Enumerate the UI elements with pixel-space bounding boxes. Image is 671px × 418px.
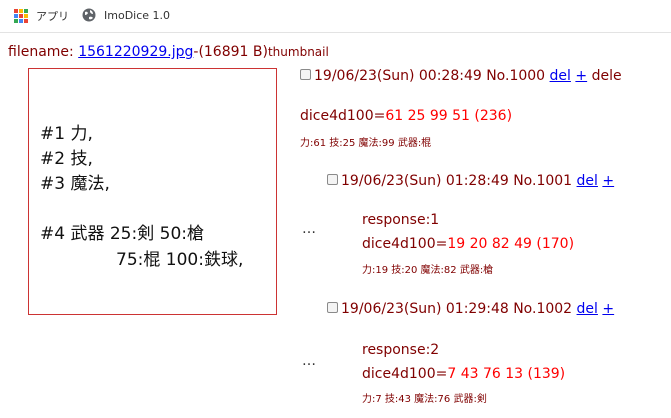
- bookmarks-bar: アプリ ImoDice 1.0: [0, 0, 671, 33]
- apps-grid-dot: [19, 9, 23, 13]
- post-header: 19/06/23(Sun) 01:28:49 No.1001 del +: [327, 173, 614, 189]
- apps-grid-dot: [14, 9, 18, 13]
- file-size: -(16891 B): [193, 44, 268, 60]
- post-date: 19/06/23(Sun) 00:28:49 No.1000: [314, 68, 546, 84]
- dice-result: 61 25 99 51 (236): [385, 108, 513, 124]
- post-checkbox[interactable]: [327, 301, 338, 313]
- del-link[interactable]: del: [577, 301, 598, 317]
- response-label: response:1: [362, 212, 440, 228]
- reply-ellipsis: …: [302, 221, 316, 237]
- response-label: response:2: [362, 342, 440, 358]
- dice-line: dice4d100=61 25 99 51 (236): [300, 108, 512, 124]
- bookmark-imodice[interactable]: ImoDice 1.0: [82, 8, 170, 22]
- apps-grid-dot: [24, 14, 28, 18]
- thumb-line-5: 75:棍 100:鉄球,: [116, 250, 244, 270]
- thumb-line-4: #4 武器 25:剣 50:槍: [40, 224, 204, 244]
- dice-label: dice4d100=: [300, 108, 386, 124]
- dice-result: 19 20 82 49 (170): [447, 236, 575, 252]
- reply-ellipsis: …: [302, 353, 316, 369]
- thumbnail-image[interactable]: #1 力, #2 技, #3 魔法, #4 武器 25:剣 50:槍 75:棍 …: [28, 68, 277, 315]
- dice-stats: 力:61 技:25 魔法:99 武器:棍: [300, 138, 432, 149]
- bookmark-apps[interactable]: アプリ: [14, 8, 69, 24]
- apps-grid-icon: [14, 9, 28, 23]
- post-date: 19/06/23(Sun) 01:28:49 No.1001: [341, 173, 573, 189]
- bookmark-apps-label: アプリ: [36, 10, 69, 23]
- dice-stats: 力:7 技:43 魔法:76 武器:剣: [362, 394, 487, 405]
- filename-line: filename: 1561220929.jpg-(16891 B)thumbn…: [8, 44, 329, 60]
- dice-line: dice4d100=19 20 82 49 (170): [362, 236, 574, 252]
- post-header: 19/06/23(Sun) 00:28:49 No.1000 del + del…: [300, 68, 622, 84]
- post-extra: dele: [591, 68, 622, 84]
- dice-line: dice4d100=7 43 76 13 (139): [362, 366, 565, 382]
- thumb-line-2: #2 技,: [40, 149, 93, 169]
- del-link[interactable]: del: [550, 68, 571, 84]
- apps-grid-dot: [24, 9, 28, 13]
- globe-icon: [82, 8, 96, 22]
- thumb-line-1: #1 力,: [40, 124, 93, 144]
- filename-link[interactable]: 1561220929.jpg: [78, 44, 193, 60]
- bookmark-imodice-label: ImoDice 1.0: [104, 8, 171, 22]
- apps-grid-dot: [14, 14, 18, 18]
- post-checkbox[interactable]: [300, 68, 311, 80]
- plus-link[interactable]: +: [575, 68, 587, 84]
- post-date: 19/06/23(Sun) 01:29:48 No.1002: [341, 301, 573, 317]
- filename-prefix: filename:: [8, 44, 79, 60]
- post-header: 19/06/23(Sun) 01:29:48 No.1002 del +: [327, 301, 614, 317]
- thumb-line-3: #3 魔法,: [40, 174, 110, 194]
- post-checkbox[interactable]: [327, 173, 338, 185]
- thumbnail-label: thumbnail: [267, 45, 329, 59]
- dice-stats: 力:19 技:20 魔法:82 武器:槍: [362, 265, 494, 276]
- apps-grid-dot: [19, 14, 23, 18]
- dice-label: dice4d100=: [362, 236, 448, 252]
- apps-grid-dot: [24, 19, 28, 23]
- del-link[interactable]: del: [577, 173, 598, 189]
- dice-result: 7 43 76 13 (139): [447, 366, 566, 382]
- dice-label: dice4d100=: [362, 366, 448, 382]
- plus-link[interactable]: +: [602, 301, 614, 317]
- apps-grid-dot: [14, 19, 18, 23]
- plus-link[interactable]: +: [602, 173, 614, 189]
- apps-grid-dot: [19, 19, 23, 23]
